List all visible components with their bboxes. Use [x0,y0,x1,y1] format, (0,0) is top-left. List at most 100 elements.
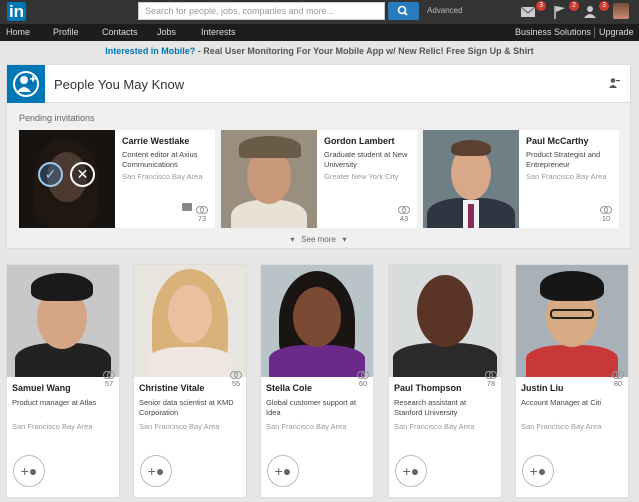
invitations-button[interactable]: 3 [583,1,609,20]
profile-photo [221,130,317,228]
invitation-title: Graduate student at New University [324,150,408,169]
suggestion-name[interactable]: Stella Cole [266,383,312,393]
linkedin-logo[interactable]: in [6,1,26,22]
messages-badge: 3 [536,1,546,11]
shared-connections[interactable]: 78 [485,371,497,388]
invitation-title: Product Strategist and Entrepreneur [526,150,601,169]
connections-icon [357,371,369,379]
connections-count: 73 [197,214,207,223]
connections-icon [230,371,242,379]
profile-photo [516,265,628,377]
suggestion-title: Account Manager at Citi [521,398,602,407]
add-connection-icon: +● [274,463,292,479]
profile-photo [261,265,373,377]
promo-text: - Real User Monitoring For Your Mobile A… [195,46,534,56]
accept-invitation-button[interactable]: ✓ [38,162,63,187]
profile-photo [423,130,519,228]
invitation-card[interactable]: ✓ ✕ Carrie Westlake Content editor at Ax… [19,130,215,228]
nav-divider [594,27,595,38]
shared-connections[interactable]: 73 [196,206,208,223]
top-bar: in Search for people, jobs, companies an… [0,0,639,24]
suggestion-card[interactable]: 78 Paul Thompson Research assistant at S… [388,264,502,498]
advanced-search-link[interactable]: Advanced [427,6,463,15]
connections-count: 80 [613,379,623,388]
connect-button[interactable]: +● [522,455,554,487]
invitation-card[interactable]: Paul McCarthy Product Strategist and Ent… [423,130,619,228]
connections-count: 60 [358,379,368,388]
connect-button[interactable]: +● [13,455,45,487]
suggestion-location: San Francisco Bay Area [521,422,602,431]
nav-home[interactable]: Home [6,26,30,39]
search-input[interactable]: Search for people, jobs, companies and m… [138,2,385,20]
nav-business-solutions[interactable]: Business Solutions [515,26,591,39]
see-more-link[interactable]: ▾ See more ▾ [7,235,630,244]
add-connection-icon [584,6,596,18]
profile-photo [389,265,501,377]
invitation-location: Greater New York City [324,172,399,181]
ignore-invitation-button[interactable]: ✕ [70,162,95,187]
profile-photo [134,265,246,377]
suggestion-card[interactable]: 57 Samuel Wang Product manager at Atlas … [6,264,120,498]
suggestion-location: San Francisco Bay Area [394,422,475,431]
message-icon[interactable] [182,203,192,211]
connect-button[interactable]: +● [140,455,172,487]
suggestion-name[interactable]: Justin Liu [521,383,564,393]
invitation-title: Content editor at Axius Communications [122,150,198,169]
connections-icon [398,206,410,214]
nav-jobs[interactable]: Jobs [157,26,176,39]
connect-button[interactable]: +● [395,455,427,487]
connections-icon [103,371,115,379]
suggestion-name[interactable]: Christine Vitale [139,383,204,393]
search-button[interactable] [388,2,419,20]
profile-avatar[interactable] [613,3,629,19]
search-icon [397,5,408,16]
nav-upgrade[interactable]: Upgrade [599,26,634,39]
connections-count: 10 [601,214,611,223]
invitation-location: San Francisco Bay Area [526,172,607,181]
suggestion-title: Product manager at Atlas [12,398,97,407]
add-connection-icon: +● [20,463,38,479]
invitation-location: San Francisco Bay Area [122,172,203,181]
profile-photo: ✓ ✕ [19,130,115,228]
shared-connections[interactable]: 10 [600,206,612,223]
shared-connections[interactable]: 80 [612,371,624,388]
suggestion-card[interactable]: 80 Justin Liu Account Manager at Citi Sa… [515,264,629,498]
manage-invitations-icon[interactable] [608,77,620,89]
nav-interests[interactable]: Interests [201,26,236,39]
shared-connections[interactable]: 60 [357,371,369,388]
connections-icon [600,206,612,214]
add-connection-icon: +● [147,463,165,479]
connections-icon [485,371,497,379]
add-connection-icon: +● [529,463,547,479]
nav-contacts[interactable]: Contacts [102,26,138,39]
suggestion-name[interactable]: Samuel Wang [12,383,71,393]
notifications-button[interactable]: 2 [553,1,579,20]
suggestion-name[interactable]: Paul Thompson [394,383,462,393]
suggestion-card[interactable]: 55 Christine Vitale Senior data scientis… [133,264,247,498]
panel-header: People You May Know [7,65,630,103]
pending-invitations-label: Pending invitations [19,113,95,123]
nav-profile[interactable]: Profile [53,26,79,39]
shared-connections[interactable]: 55 [230,371,242,388]
invitation-name[interactable]: Paul McCarthy [526,136,616,147]
connections-count: 57 [104,379,114,388]
shared-connections[interactable]: 43 [398,206,410,223]
promo-banner[interactable]: Interested in Mobile? - Real User Monito… [0,46,639,56]
invitation-name[interactable]: Gordon Lambert [324,136,414,147]
suggestion-title: Global customer support at Idea [266,398,357,417]
suggestion-card[interactable]: 60 Stella Cole Global customer support a… [260,264,374,498]
invitation-name[interactable]: Carrie Westlake [122,136,212,147]
shared-connections[interactable]: 57 [103,371,115,388]
promo-link[interactable]: Interested in Mobile? [105,46,195,56]
suggestion-title: Research assistant at Stanford Universit… [394,398,467,417]
profile-photo [7,265,119,377]
suggestion-location: San Francisco Bay Area [139,422,220,431]
panel-title: People You May Know [54,77,185,92]
invitation-card[interactable]: Gordon Lambert Graduate student at New U… [221,130,417,228]
connect-button[interactable]: +● [267,455,299,487]
see-more-label: See more [301,235,336,244]
people-you-may-know-panel: People You May Know Pending invitations … [6,64,631,249]
messages-button[interactable]: 3 [520,1,546,20]
flag-icon [554,6,565,19]
people-icon [7,65,45,103]
